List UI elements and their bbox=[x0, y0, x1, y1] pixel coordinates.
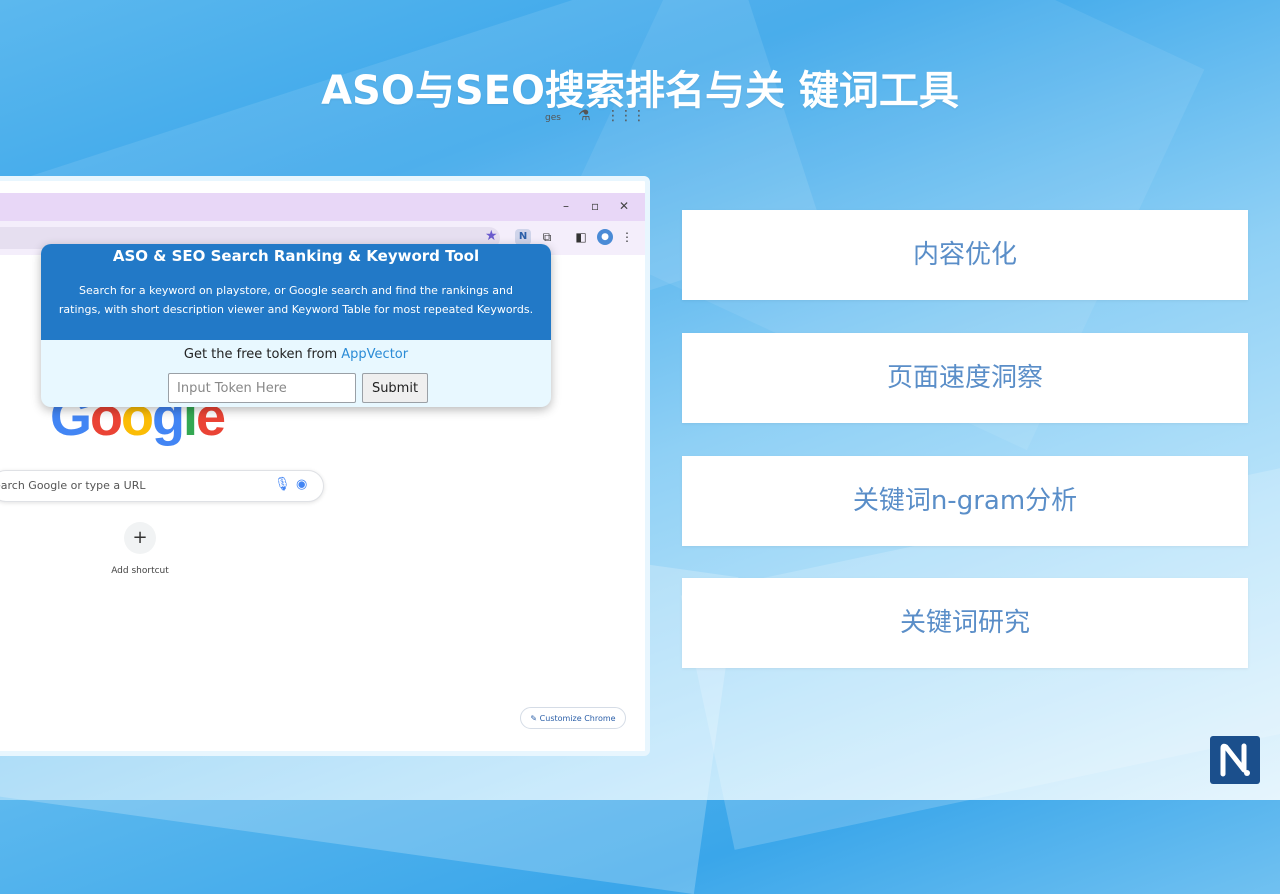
side-panel-icon[interactable]: ◧ bbox=[573, 229, 589, 245]
submit-button[interactable]: Submit bbox=[362, 373, 428, 403]
images-link[interactable]: ges bbox=[545, 113, 561, 123]
popup-title: ASO & SEO Search Ranking & Keyword Tool bbox=[112, 247, 480, 265]
profile-avatar-icon[interactable]: ● bbox=[597, 229, 613, 245]
feature-card-ngram: 关键词n-gram分析 bbox=[682, 456, 1248, 546]
bookmark-star-icon[interactable]: ★ bbox=[485, 228, 498, 244]
popup-description: Search for a keyword on playstore, or Go… bbox=[58, 284, 534, 316]
token-prompt: Get the free token from AppVector bbox=[41, 347, 551, 362]
feature-card-content-optimization: 内容优化 bbox=[682, 210, 1248, 300]
menu-kebab-icon[interactable]: ⋮ bbox=[619, 229, 635, 245]
close-button[interactable]: ✕ bbox=[619, 199, 629, 213]
customize-chrome-label: Customize Chrome bbox=[539, 714, 616, 723]
appvector-logo bbox=[1210, 736, 1260, 784]
restore-button[interactable]: ▫ bbox=[591, 199, 599, 213]
token-input[interactable] bbox=[168, 373, 356, 403]
feature-card-page-speed: 页面速度洞察 bbox=[682, 333, 1248, 423]
apps-grid-icon[interactable]: ⋮⋮⋮ bbox=[606, 108, 646, 124]
search-placeholder: earch Google or type a URL bbox=[0, 479, 146, 492]
pencil-icon: ✎ bbox=[530, 714, 540, 723]
browser-titlebar bbox=[0, 193, 645, 221]
labs-flask-icon[interactable]: ⚗ bbox=[578, 108, 591, 124]
extension-popup: ASO & SEO Search Ranking & Keyword Tool … bbox=[41, 244, 551, 407]
appvector-extension-icon[interactable]: N bbox=[515, 229, 531, 245]
appvector-n-icon bbox=[1220, 743, 1250, 777]
minimize-button[interactable]: – bbox=[563, 199, 569, 213]
appvector-link[interactable]: AppVector bbox=[341, 347, 408, 362]
feature-card-keyword-research: 关键词研究 bbox=[682, 578, 1248, 668]
add-shortcut-label: Add shortcut bbox=[111, 566, 169, 576]
extensions-puzzle-icon[interactable]: ⧉ bbox=[539, 229, 555, 245]
customize-chrome-button[interactable]: ✎ Customize Chrome bbox=[520, 707, 626, 729]
google-lens-icon[interactable]: ◉ bbox=[296, 477, 307, 492]
add-shortcut-button[interactable]: + bbox=[124, 522, 156, 554]
token-prompt-text: Get the free token from bbox=[183, 347, 342, 362]
microphone-icon[interactable]: 🎙 bbox=[274, 477, 291, 492]
